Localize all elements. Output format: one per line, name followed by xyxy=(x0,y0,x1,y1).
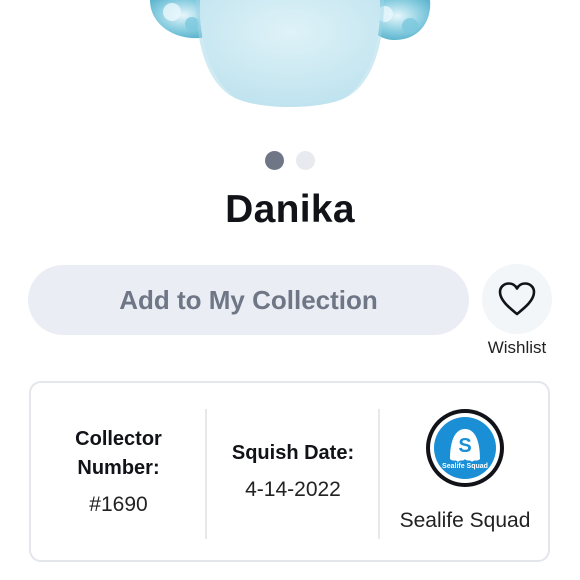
plush-image xyxy=(150,0,431,107)
squad-name: Sealife Squad xyxy=(399,509,531,532)
squish-date-section: Squish Date: 4-14-2022 xyxy=(207,383,379,560)
wishlist-button[interactable] xyxy=(482,264,552,334)
wishlist-label: Wishlist xyxy=(487,338,547,357)
add-to-collection-button[interactable]: Add to My Collection xyxy=(28,265,469,335)
collector-number-value: #1690 xyxy=(89,493,148,516)
product-detail-screen: Danika Add to My Collection Wishlist Col… xyxy=(0,0,580,580)
squad-badge-icon: S Sealife Squad xyxy=(426,409,504,487)
info-card: Collector Number: #1690 Squish Date: 4-1… xyxy=(29,381,550,562)
product-name: Danika xyxy=(225,188,355,231)
collector-number-section: Collector Number: #1690 xyxy=(31,383,206,560)
squish-date-value: 4-14-2022 xyxy=(245,478,341,501)
squish-date-label: Squish Date: xyxy=(231,442,355,464)
badge-letter: S xyxy=(458,435,471,457)
heart-icon xyxy=(498,282,536,316)
badge-text: Sealife Squad xyxy=(442,463,488,470)
squad-section[interactable]: S Sealife Squad Sealife Squad xyxy=(380,383,550,560)
collector-number-label: Collector Number: xyxy=(75,428,162,479)
carousel-dots xyxy=(0,151,580,170)
carousel-dot[interactable] xyxy=(296,151,315,170)
carousel-dot-active[interactable] xyxy=(265,151,284,170)
product-image[interactable] xyxy=(0,0,580,140)
